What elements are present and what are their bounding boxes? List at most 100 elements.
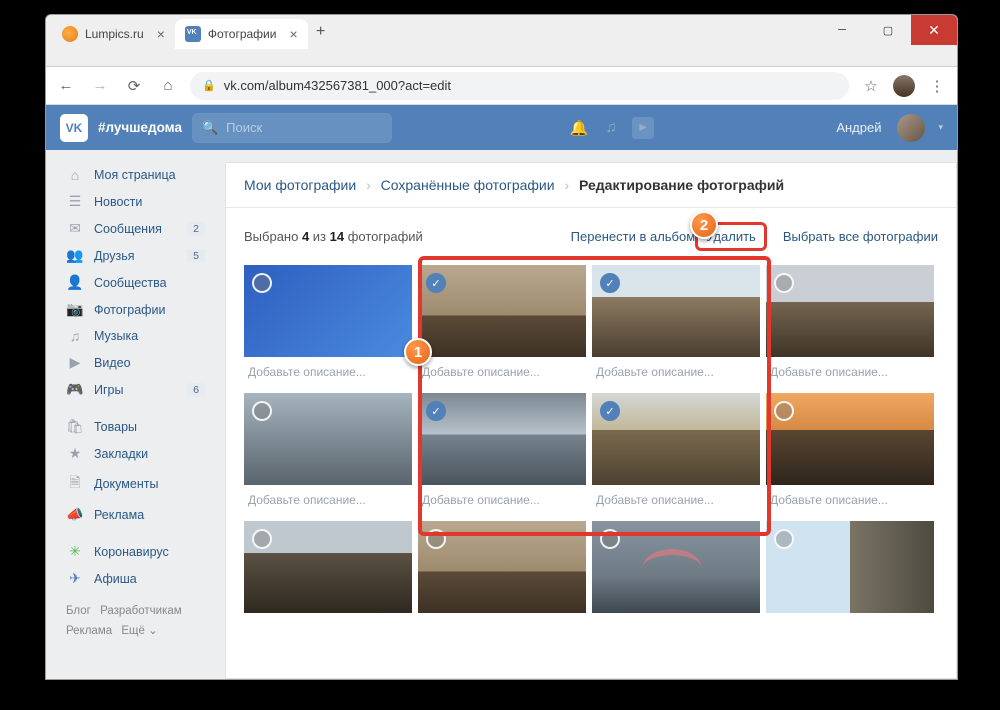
breadcrumb-link[interactable]: Мои фотографии	[244, 177, 356, 193]
url-field[interactable]: 🔒 vk.com/album432567381_000?act=edit	[190, 72, 849, 100]
sidebar-item-label: Товары	[94, 420, 137, 434]
photo-thumb[interactable]: ✓	[418, 393, 586, 485]
sidebar-item-photos[interactable]: 📷Фотографии	[60, 296, 211, 323]
header-username[interactable]: Андрей	[836, 120, 881, 135]
document-icon: 🗎	[66, 472, 84, 496]
photo-thumb[interactable]	[244, 393, 412, 485]
browser-tab-photos[interactable]: Фотографии ×	[175, 19, 308, 49]
url-text: vk.com/album432567381_000?act=edit	[224, 78, 451, 93]
browser-address-bar: ← → ⟳ ⌂ 🔒 vk.com/album432567381_000?act=…	[46, 67, 957, 105]
sidebar-item-friends[interactable]: 👥Друзья5	[60, 242, 211, 269]
footer-ads-link[interactable]: Реклама	[66, 625, 112, 637]
home-icon: ⌂	[66, 167, 84, 183]
sidebar-item-news[interactable]: ☰Новости	[60, 188, 211, 215]
browser-tab-lumpics[interactable]: Lumpics.ru ×	[52, 19, 175, 49]
photo-thumb[interactable]	[244, 265, 412, 357]
caption-input[interactable]: Добавьте описание...	[592, 485, 760, 515]
select-checkbox[interactable]: ✓	[426, 401, 446, 421]
caption-input[interactable]: Добавьте описание...	[766, 485, 934, 515]
header-avatar[interactable]	[897, 114, 925, 142]
caption-input[interactable]: Добавьте описание...	[244, 485, 412, 515]
nav-reload-button[interactable]: ⟳	[122, 74, 146, 98]
profile-avatar[interactable]	[893, 75, 915, 97]
badge: 6	[187, 383, 205, 397]
move-to-album-button[interactable]: Перенести в альбом	[571, 229, 696, 244]
caption-input[interactable]: Добавьте описание...	[592, 357, 760, 387]
window-minimize-button[interactable]: ─	[819, 15, 865, 45]
select-checkbox[interactable]	[426, 529, 446, 549]
select-checkbox[interactable]	[600, 529, 620, 549]
breadcrumb-link[interactable]: Сохранённые фотографии	[381, 177, 555, 193]
sidebar-item-communities[interactable]: 👤Сообщества	[60, 269, 211, 296]
chevron-right-icon: ›	[564, 177, 569, 193]
photo-thumb[interactable]	[244, 521, 412, 613]
photo-thumb[interactable]: ✓	[592, 265, 760, 357]
search-input[interactable]: 🔍 Поиск	[192, 113, 392, 143]
tab-close-icon[interactable]: ×	[157, 26, 165, 42]
select-checkbox[interactable]	[252, 529, 272, 549]
photo-thumb[interactable]	[418, 521, 586, 613]
select-checkbox[interactable]: ✓	[426, 273, 446, 293]
sidebar-item-coronavirus[interactable]: ✳Коронавирус	[60, 538, 211, 565]
new-tab-button[interactable]: +	[308, 19, 334, 45]
browser-menu-button[interactable]: ⋮	[925, 74, 949, 98]
sidebar-item-games[interactable]: 🎮Игры6	[60, 376, 211, 403]
star-icon: ★	[66, 445, 84, 462]
sidebar-item-music[interactable]: ♫Музыка	[60, 323, 211, 349]
window-close-button[interactable]: ✕	[911, 15, 957, 45]
sidebar-item-label: Новости	[94, 195, 142, 209]
sidebar-item-bookmarks[interactable]: ★Закладки	[60, 440, 211, 467]
sidebar-item-messages[interactable]: ✉Сообщения2	[60, 215, 211, 242]
window-maximize-button[interactable]: ▢	[865, 15, 911, 45]
select-checkbox[interactable]: ✓	[600, 273, 620, 293]
nav-home-button[interactable]: ⌂	[156, 74, 180, 98]
select-all-button[interactable]: Выбрать все фотографии	[783, 229, 938, 244]
sidebar-item-goods[interactable]: 🛍Товары	[60, 413, 211, 440]
sidebar-item-label: Видео	[94, 356, 131, 370]
sidebar-item-video[interactable]: ▶Видео	[60, 349, 211, 376]
sidebar-item-my-page[interactable]: ⌂ Моя страница	[60, 162, 211, 188]
nav-forward-button[interactable]: →	[88, 74, 112, 98]
lock-icon: 🔒	[202, 79, 216, 92]
nav-back-button[interactable]: ←	[54, 74, 78, 98]
footer-blog-link[interactable]: Блог	[66, 605, 91, 617]
caption-input[interactable]: Добавьте описание...	[418, 485, 586, 515]
footer-more-link[interactable]: Ещё ⌄	[121, 625, 157, 637]
music-icon[interactable]: ♫	[600, 117, 622, 139]
caption-input[interactable]: Добавьте описание...	[244, 357, 412, 387]
sidebar-item-events[interactable]: ✈Афиша	[60, 565, 211, 592]
select-checkbox[interactable]	[774, 529, 794, 549]
photo-thumb[interactable]	[766, 393, 934, 485]
caption-input[interactable]: Добавьте описание...	[418, 357, 586, 387]
tab-title: Фотографии	[208, 27, 277, 41]
tab-close-icon[interactable]: ×	[289, 26, 297, 42]
play-icon[interactable]: ▶	[632, 117, 654, 139]
sidebar-item-ads[interactable]: 📣Реклама	[60, 501, 211, 528]
select-checkbox[interactable]	[252, 401, 272, 421]
select-checkbox[interactable]	[774, 401, 794, 421]
photo-thumb[interactable]: ✓	[592, 393, 760, 485]
sidebar-item-documents[interactable]: 🗎Документы	[60, 467, 211, 501]
sidebar-item-label: Сообщения	[94, 222, 162, 236]
badge: 2	[187, 222, 205, 236]
photo-thumb[interactable]	[592, 521, 760, 613]
photo-thumb[interactable]	[766, 265, 934, 357]
breadcrumb: Мои фотографии › Сохранённые фотографии …	[226, 163, 956, 208]
sidebar-item-label: Моя страница	[94, 168, 176, 182]
chevron-down-icon[interactable]: ▾	[938, 122, 943, 133]
sidebar-item-label: Фотографии	[94, 303, 165, 317]
bookmark-star-icon[interactable]: ☆	[859, 74, 883, 98]
footer-devs-link[interactable]: Разработчикам	[100, 605, 182, 617]
select-checkbox[interactable]: ✓	[600, 401, 620, 421]
select-checkbox[interactable]	[252, 273, 272, 293]
annotation-step-1: 1	[404, 338, 432, 366]
sidebar-footer: Блог Разработчикам Реклама Ещё ⌄	[60, 592, 211, 651]
photo-thumb[interactable]: ✓	[418, 265, 586, 357]
header-hashtag[interactable]: #лучшедома	[98, 120, 182, 135]
sidebar-item-label: Друзья	[94, 249, 135, 263]
notifications-icon[interactable]: 🔔	[568, 117, 590, 139]
photo-thumb[interactable]	[766, 521, 934, 613]
select-checkbox[interactable]	[774, 273, 794, 293]
caption-input[interactable]: Добавьте описание...	[766, 357, 934, 387]
vk-logo[interactable]: VK	[60, 114, 88, 142]
